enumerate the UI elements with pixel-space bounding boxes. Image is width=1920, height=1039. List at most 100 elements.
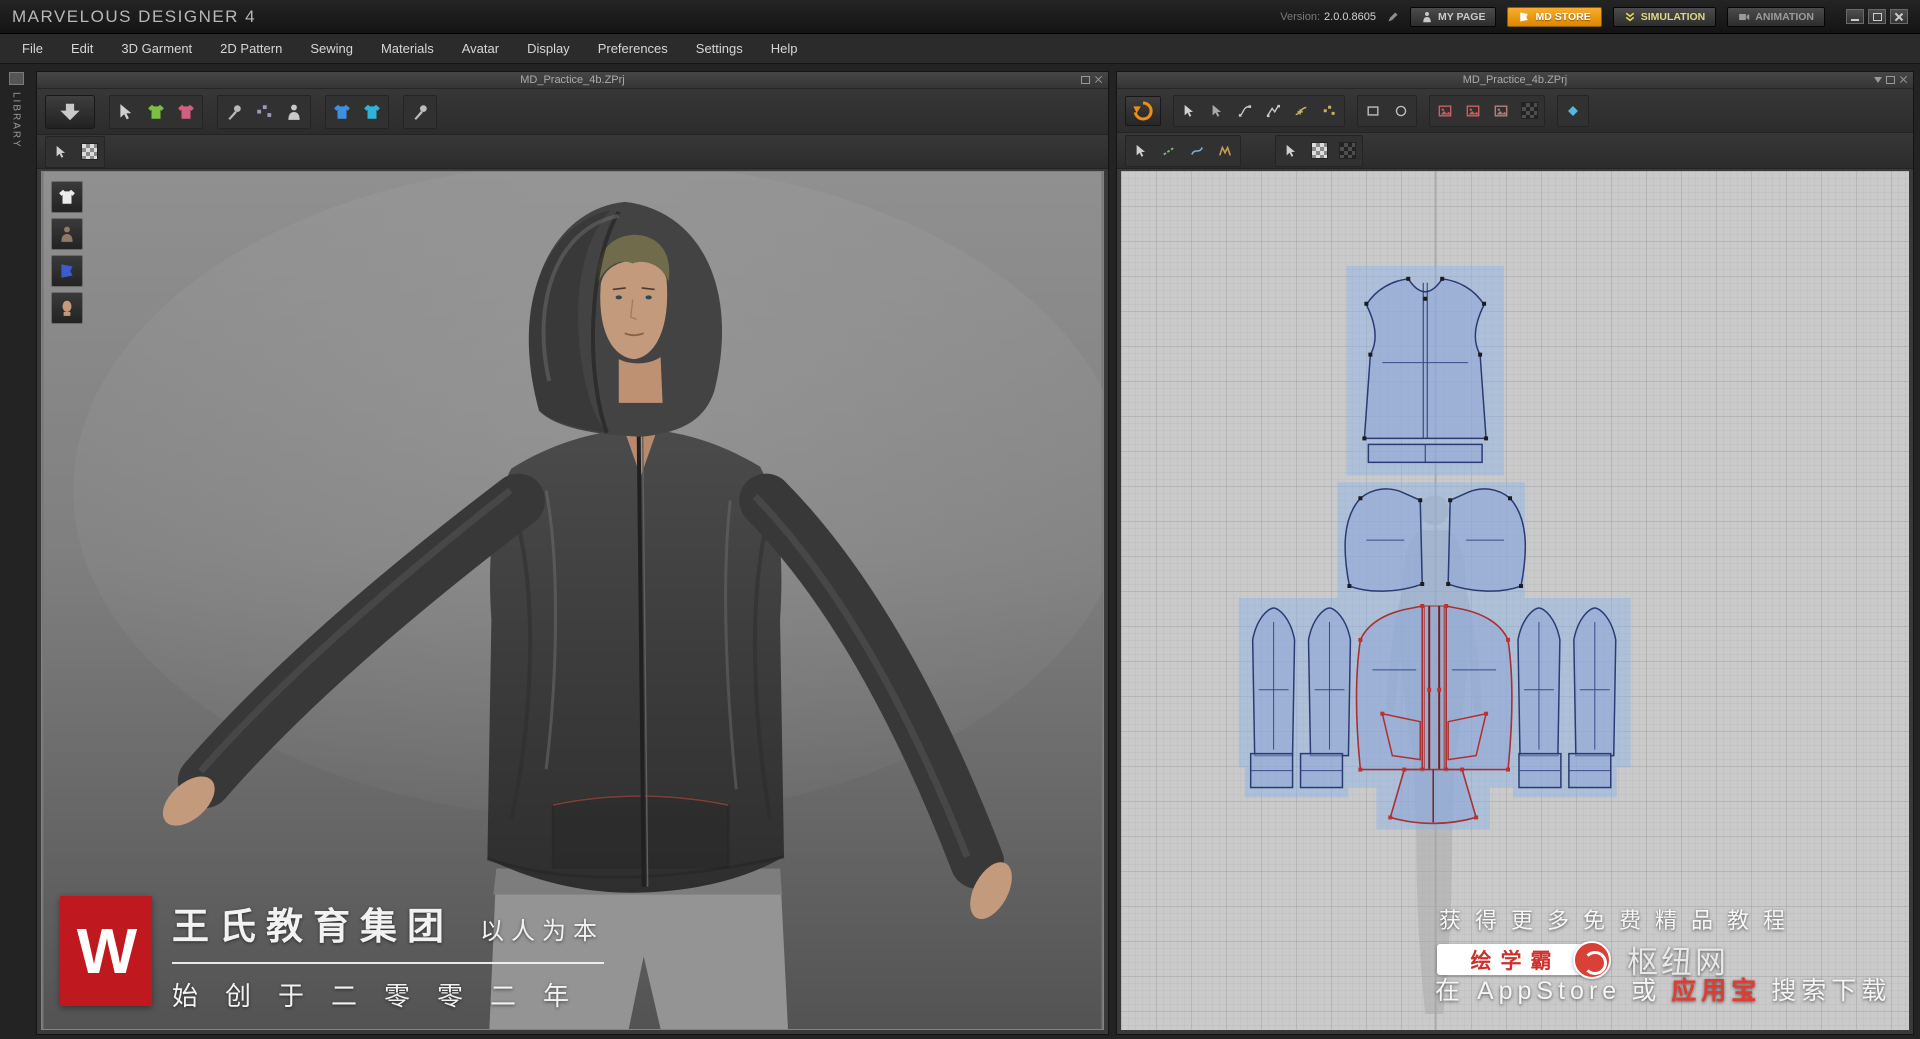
edit-pattern-button[interactable] (1204, 98, 1230, 124)
avatar-neck (618, 357, 663, 403)
viewport-thumbnails (51, 181, 83, 324)
toolbar-3d-row2 (37, 135, 1108, 169)
select-sewing-button[interactable] (1128, 138, 1154, 164)
arrow-down-icon (59, 101, 81, 123)
panel-2d-title: MD_Practice_4b.ZPrj (1462, 74, 1568, 86)
dock-panel-icon[interactable] (1874, 76, 1882, 83)
select-texture-2d-button[interactable] (1278, 138, 1304, 164)
garment-color-button[interactable] (172, 98, 200, 126)
version-label: Version: 2.0.0.8605 (1280, 11, 1376, 23)
checker-dark-icon (1338, 142, 1356, 159)
menu-preferences[interactable]: Preferences (584, 34, 682, 63)
panel-3d-title: MD_Practice_4b.ZPrj (520, 74, 625, 86)
my-page-label: MY PAGE (1438, 10, 1486, 23)
pin-select-button[interactable] (220, 98, 248, 126)
edit-sewing-button[interactable] (1156, 138, 1182, 164)
film-icon (1738, 11, 1750, 23)
menu-materials[interactable]: Materials (367, 34, 448, 63)
avatar-show-button[interactable] (280, 98, 308, 126)
texture-toggle-button[interactable] (76, 139, 102, 165)
texture-image-button[interactable] (1488, 98, 1514, 124)
menu-settings[interactable]: Settings (682, 34, 757, 63)
texture-edit-button[interactable] (1432, 98, 1458, 124)
thumb-avatar-button[interactable] (51, 218, 83, 250)
minimize-button[interactable] (1846, 9, 1864, 24)
show-garment-button[interactable] (142, 98, 170, 126)
simulate-button[interactable] (45, 94, 95, 129)
checker-icon (1310, 142, 1328, 159)
show-mesh-button[interactable] (1334, 138, 1360, 164)
pattern-piece-front-selected[interactable] (1355, 603, 1513, 772)
brand-name: 王氏教育集团 (172, 906, 454, 947)
select-texture-button[interactable] (48, 139, 74, 165)
menu-edit[interactable]: Edit (57, 34, 107, 63)
panel-2d-titlebar[interactable]: MD_Practice_4b.ZPrj (1117, 72, 1913, 89)
free-sewing-button[interactable] (1212, 138, 1238, 164)
show-texture-button[interactable] (1306, 138, 1332, 164)
pattern-layer (1238, 171, 1631, 1030)
edit-curve-point-button[interactable] (1260, 98, 1286, 124)
thumb-garment-button[interactable] (51, 181, 83, 213)
sewing-pin-button[interactable] (406, 98, 434, 126)
version-value: 2.0.0.8605 (1324, 10, 1377, 23)
animation-button[interactable]: ANIMATION (1727, 6, 1825, 27)
menu-3d-garment[interactable]: 3D Garment (107, 34, 206, 63)
panel-3d-titlebar[interactable]: MD_Practice_4b.ZPrj (37, 72, 1108, 89)
circle-tool-button[interactable] (1388, 98, 1414, 124)
pattern-piece-bodice[interactable] (1362, 276, 1489, 464)
version-caption: Version: (1280, 10, 1321, 23)
thumb-cloth-button[interactable] (51, 255, 83, 287)
float-panel-icon[interactable] (1886, 75, 1895, 84)
transform-pattern-button[interactable] (1176, 98, 1202, 124)
promo-yingyongbao: 应用宝 (1671, 977, 1762, 1005)
add-curve-button[interactable] (1316, 98, 1342, 124)
pin-ball-button[interactable] (250, 98, 278, 126)
menu-2d-pattern[interactable]: 2D Pattern (206, 34, 296, 63)
menu-avatar[interactable]: Avatar (448, 34, 513, 63)
edit-curvature-button[interactable] (1232, 98, 1258, 124)
md-store-button[interactable]: MD STORE (1507, 6, 1602, 27)
simulation-label: SIMULATION (1640, 10, 1706, 23)
my-page-button[interactable]: MY PAGE (1410, 6, 1497, 27)
library-label: LIBRARY (10, 92, 22, 149)
maximize-button[interactable] (1868, 9, 1886, 24)
edit-pencil-icon[interactable] (1387, 11, 1399, 23)
checker-icon (80, 143, 98, 160)
chevrons-down-icon (1624, 11, 1636, 23)
show-normal-button[interactable] (1560, 98, 1586, 124)
texture-move-button[interactable] (1460, 98, 1486, 124)
thumb-head-button[interactable] (51, 292, 83, 324)
library-tab[interactable]: LIBRARY (4, 72, 28, 149)
float-panel-icon[interactable] (1081, 75, 1090, 84)
close-panel-icon[interactable] (1094, 75, 1103, 84)
pattern-piece-waistband[interactable] (1388, 767, 1479, 825)
watermark-divider (172, 962, 604, 964)
canvas-2d[interactable]: 获得更多免费精品教程 绘学霸 枢纽网 在 AppStore 或 应用宝 搜索下载 (1121, 171, 1909, 1030)
close-button[interactable] (1890, 9, 1908, 24)
menu-display[interactable]: Display (513, 34, 584, 63)
toolbar-2d-row2 (1117, 133, 1913, 169)
checker-dark-icon (1520, 102, 1538, 119)
viewport-3d[interactable]: W 王氏教育集团 以人为本 始创于二零零二年 (41, 171, 1104, 1030)
sync-2d3d-button[interactable] (1125, 95, 1161, 126)
cloth-back-button[interactable] (358, 98, 386, 126)
menubar: File Edit 3D Garment 2D Pattern Sewing M… (0, 34, 1920, 64)
add-point-button[interactable] (1288, 98, 1314, 124)
rectangle-tool-button[interactable] (1360, 98, 1386, 124)
minimize-icon (1851, 19, 1859, 21)
cloth-front-button[interactable] (328, 98, 356, 126)
close-icon (1894, 12, 1904, 22)
brand-founding: 始创于二零零二年 (172, 981, 597, 1011)
texture-checker-button[interactable] (1516, 98, 1542, 124)
close-panel-icon[interactable] (1899, 75, 1908, 84)
menu-sewing[interactable]: Sewing (296, 34, 367, 63)
workspace: LIBRARY MD_Practice_4b.ZPrj W 王氏教育集团 以人为… (0, 64, 1920, 1039)
segment-sewing-button[interactable] (1184, 138, 1210, 164)
select-garment-button[interactable] (112, 98, 140, 126)
animation-label: ANIMATION (1755, 10, 1814, 23)
menu-help[interactable]: Help (757, 34, 812, 63)
simulation-button[interactable]: SIMULATION (1612, 6, 1717, 27)
person-icon (1421, 11, 1433, 23)
menu-file[interactable]: File (8, 34, 57, 63)
toolbar-3d-row1 (37, 89, 1108, 135)
